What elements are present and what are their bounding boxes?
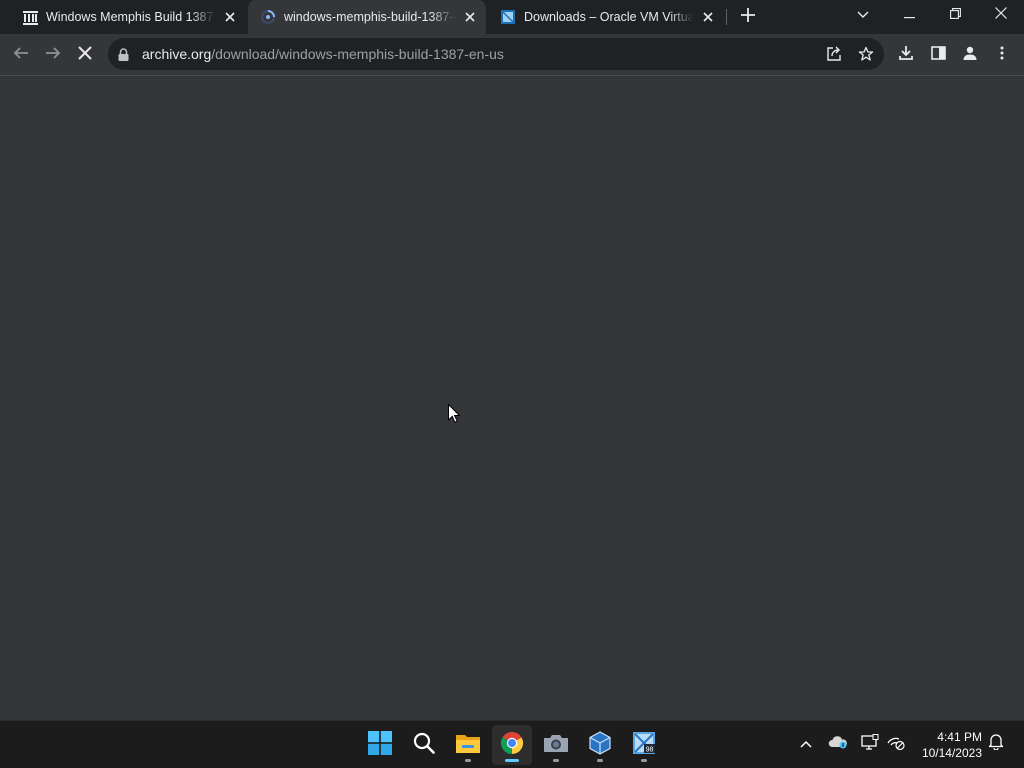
start-button[interactable] [360, 725, 400, 765]
windows-start-icon [368, 730, 392, 760]
display-tray-icon[interactable] [859, 733, 881, 755]
close-icon [995, 6, 1007, 24]
virtualbox-icon [500, 9, 516, 25]
close-window-button[interactable] [978, 0, 1024, 30]
chevron-down-icon [857, 6, 869, 24]
restore-button[interactable] [932, 0, 978, 30]
new-tab-button[interactable] [736, 2, 760, 32]
download-icon [898, 45, 914, 66]
file-explorer-icon [455, 732, 481, 759]
search-icon [413, 732, 435, 759]
browser-toolbar: archive.org/download/windows-memphis-bui… [0, 34, 1024, 76]
stop-icon [78, 45, 92, 65]
running-indicator [505, 759, 519, 762]
tab-close-icon[interactable] [222, 9, 238, 25]
chevron-up-icon [800, 735, 812, 753]
lock-icon[interactable] [118, 47, 134, 61]
camera-icon [543, 733, 569, 758]
forward-button[interactable] [40, 42, 66, 68]
profile-icon [962, 45, 978, 66]
show-hidden-icons-button[interactable] [795, 733, 817, 755]
loading-spinner-icon [260, 9, 276, 25]
windows98-vm-icon: 98 [632, 731, 656, 760]
taskbar-virtualbox[interactable] [580, 725, 620, 765]
taskbar-windows98-vm[interactable]: 98 [624, 725, 664, 765]
tab-windows-memphis-build[interactable]: Windows Memphis Build 1387 (Windows 98 B… [10, 0, 246, 34]
taskbar-chrome[interactable] [492, 725, 532, 765]
tab-separator [726, 9, 727, 25]
profile-button[interactable] [957, 42, 983, 68]
taskbar-search-button[interactable] [404, 725, 444, 765]
page-content-area[interactable] [0, 76, 1024, 720]
clock-time: 4:41 PM [937, 730, 982, 744]
share-icon[interactable] [824, 44, 844, 64]
running-indicator [641, 759, 647, 762]
browser-menu-button[interactable] [989, 42, 1015, 68]
forward-arrow-icon [45, 45, 61, 66]
browser-tab-strip: Windows Memphis Build 1387 (Windows 98 B… [0, 0, 1024, 34]
restore-icon [949, 6, 961, 24]
downloads-button[interactable] [893, 42, 919, 68]
tab-close-icon[interactable] [462, 9, 478, 25]
archive-building-icon [22, 9, 38, 25]
notification-bell-icon [988, 733, 1004, 755]
clock-date: 10/14/2023 [921, 746, 982, 760]
back-arrow-icon [13, 45, 29, 66]
svg-text:98: 98 [646, 746, 654, 753]
tab-windows-memphis-build-download[interactable]: windows-memphis-build-1387-en-us [248, 0, 486, 34]
minimize-icon [903, 6, 915, 24]
tab-title: windows-memphis-build-1387-en-us [284, 10, 456, 24]
address-bar[interactable]: archive.org/download/windows-memphis-bui… [108, 38, 884, 70]
taskbar-file-explorer[interactable] [448, 725, 488, 765]
windows-taskbar: 98 4:41 PM 10/14/2023 [0, 720, 1024, 768]
minimize-button[interactable] [886, 0, 932, 30]
running-indicator [465, 759, 471, 762]
side-panel-icon [930, 45, 946, 65]
menu-dots-icon [1000, 46, 1004, 65]
running-indicator [597, 759, 603, 762]
url-host: archive.org [142, 46, 212, 62]
mouse-cursor-icon [448, 403, 461, 428]
taskbar-clock[interactable]: 4:41 PM 10/14/2023 [922, 729, 982, 761]
plus-icon [741, 7, 755, 27]
stop-loading-button[interactable] [72, 42, 98, 68]
side-panel-button[interactable] [925, 42, 951, 68]
display-icon [861, 733, 879, 755]
url-path: /download/windows-memphis-build-1387-en-… [211, 46, 504, 62]
onedrive-tray-icon[interactable] [827, 733, 849, 755]
tab-close-icon[interactable] [700, 9, 716, 25]
running-indicator [553, 759, 559, 762]
virtualbox-icon [588, 730, 612, 760]
tab-search-button[interactable] [840, 0, 886, 30]
tab-virtualbox-downloads[interactable]: Downloads – Oracle VM VirtualBox [488, 0, 724, 34]
network-tray-icon[interactable] [885, 733, 907, 755]
star-icon[interactable] [856, 44, 876, 64]
tab-title: Windows Memphis Build 1387 (Windows 98 B… [46, 10, 216, 24]
network-disconnected-icon [887, 734, 905, 755]
chrome-icon [500, 731, 524, 760]
notification-center-button[interactable] [985, 733, 1007, 755]
onedrive-icon [828, 735, 848, 754]
taskbar-camera[interactable] [536, 725, 576, 765]
back-button[interactable] [8, 42, 34, 68]
tab-title: Downloads – Oracle VM VirtualBox [524, 10, 694, 24]
